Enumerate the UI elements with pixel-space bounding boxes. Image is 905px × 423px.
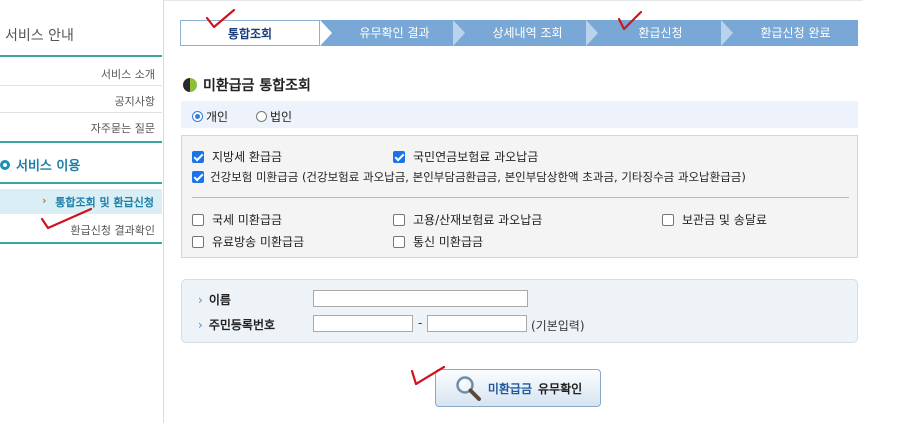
sidebar-item-notice[interactable]: 공지사항 <box>115 93 155 109</box>
section-bullet-icon <box>183 78 197 92</box>
rrn-back-input[interactable] <box>427 315 527 332</box>
step-existence-result: 유무확인 결과 <box>359 26 430 40</box>
checkbox-divider <box>192 197 849 198</box>
checkbox-label: 유료방송 미환급금 <box>212 235 305 249</box>
top-divider <box>163 0 863 1</box>
annotation-check-icon <box>40 207 93 230</box>
checkbox-label: 통신 미환급금 <box>413 235 484 249</box>
refund-type-checkboxes: 지방세 환급금 국민연금보험료 과오납금 건강보험 미환급금 (건강보험료 과오… <box>181 135 858 258</box>
radio-unselected-icon <box>256 111 267 122</box>
checkbox-unchecked-icon <box>192 235 204 248</box>
annotation-check-icon <box>410 365 446 386</box>
person-type-selector: 개인 법인 <box>181 101 858 128</box>
checkbox-label: 보관금 및 송달료 <box>682 213 767 227</box>
step-detail-inquiry: 상세내역 조회 <box>492 26 563 40</box>
rrn-label-text: 주민등록번호 <box>208 318 276 332</box>
sidebar-separator <box>0 112 162 113</box>
annotation-check-icon <box>205 8 236 29</box>
sidebar-use-label: 서비스 이용 <box>16 159 81 174</box>
check-refund-button[interactable]: 미환급금 유무확인 <box>435 369 601 407</box>
checkbox-national-tax[interactable]: 국세 미환급금 <box>192 211 282 228</box>
button-label-highlight: 미환급금 <box>487 381 532 396</box>
sidebar-use-heading[interactable]: 서비스 이용 <box>0 155 80 174</box>
sidebar-divider <box>0 242 162 244</box>
checkbox-unchecked-icon <box>393 235 405 248</box>
sidebar-item-faq[interactable]: 자주묻는 질문 <box>91 120 155 136</box>
checkbox-label: 건강보험 미환급금 (건강보험료 과오납금, 본인부담금환급금, 본인부담상한액… <box>210 170 746 184</box>
section-title: 미환급금 통합조회 <box>183 75 311 95</box>
checkbox-checked-icon <box>192 150 204 163</box>
step-integrated-inquiry: 통합조회 <box>180 20 320 46</box>
sidebar-divider <box>0 182 162 184</box>
step-chevron-icon <box>586 20 598 46</box>
name-label-text: 이름 <box>208 293 231 307</box>
checkbox-unchecked-icon <box>192 213 204 226</box>
radio-selected-icon <box>192 111 203 122</box>
checkbox-health-insurance[interactable]: 건강보험 미환급금 (건강보험료 과오납금, 본인부담금환급금, 본인부담상한액… <box>192 169 746 185</box>
sidebar-divider <box>0 141 162 143</box>
step-refund-complete: 환급신청 완료 <box>760 26 831 40</box>
chevron-right-icon: › <box>198 318 203 332</box>
rrn-label: › 주민등록번호 <box>198 316 275 333</box>
checkbox-label: 국세 미환급금 <box>212 213 283 227</box>
rrn-front-input[interactable] <box>313 315 413 332</box>
chevron-right-icon: › <box>198 293 203 307</box>
section-title-text: 미환급금 통합조회 <box>203 78 311 94</box>
button-label: 유무확인 <box>538 381 583 396</box>
radio-individual[interactable]: 개인 <box>192 108 228 125</box>
sidebar-divider <box>0 55 162 57</box>
magnifier-icon <box>454 374 482 402</box>
radio-label: 개인 <box>206 110 229 124</box>
checkbox-checked-icon <box>192 171 204 183</box>
checkbox-deposit-fee[interactable]: 보관금 및 송달료 <box>662 211 767 228</box>
radio-label: 법인 <box>270 110 293 124</box>
step-chevron-icon <box>721 20 733 46</box>
checkbox-employment-insurance[interactable]: 고용/산재보험료 과오납금 <box>393 211 542 228</box>
checkbox-local-tax[interactable]: 지방세 환급금 <box>192 148 282 165</box>
annotation-check-icon <box>617 10 643 31</box>
sidebar-item-service-intro[interactable]: 서비스 소개 <box>101 66 155 82</box>
step-progress-bar: 통합조회 유무확인 결과 상세내역 조회 환급신청 환급신청 완료 <box>180 20 858 46</box>
checkbox-unchecked-icon <box>662 213 674 226</box>
identity-form: › 이름 › 주민등록번호 - (기본입력) <box>181 279 858 343</box>
step-chevron-icon <box>320 20 332 46</box>
step-chevron-icon <box>453 20 465 46</box>
checkbox-telecom[interactable]: 통신 미환급금 <box>393 233 483 250</box>
name-input[interactable] <box>313 290 528 307</box>
sidebar-title: 서비스 안내 <box>5 28 74 44</box>
checkbox-checked-icon <box>393 150 405 163</box>
checkbox-unchecked-icon <box>393 213 405 226</box>
checkbox-label: 고용/산재보험료 과오납금 <box>413 213 543 227</box>
rrn-note: (기본입력) <box>531 319 585 333</box>
checkbox-label: 국민연금보험료 과오납금 <box>413 150 539 164</box>
rrn-separator: - <box>418 316 423 330</box>
name-label: › 이름 <box>198 291 231 308</box>
radio-corporation[interactable]: 법인 <box>256 108 292 125</box>
checkbox-label: 지방세 환급금 <box>212 150 283 164</box>
checkbox-national-pension[interactable]: 국민연금보험료 과오납금 <box>393 148 538 165</box>
sidebar-separator <box>0 85 162 86</box>
circle-bullet-icon <box>0 159 10 170</box>
checkbox-pay-tv[interactable]: 유료방송 미환급금 <box>192 233 304 250</box>
